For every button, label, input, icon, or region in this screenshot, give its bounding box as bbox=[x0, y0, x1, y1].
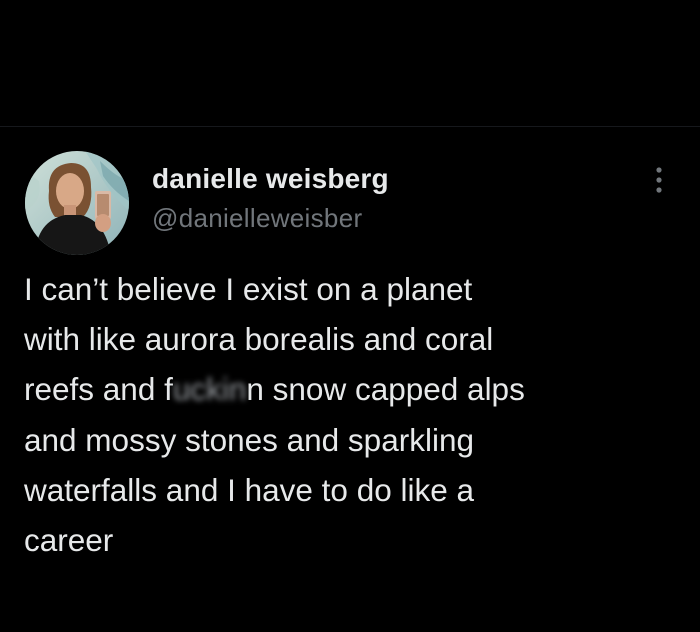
author-display-name[interactable]: danielle weisberg bbox=[152, 163, 389, 195]
tweet-text-fragment: reefs and f bbox=[24, 371, 173, 408]
tweet-text-line: with like aurora borealis and coral bbox=[24, 321, 494, 358]
tweet-text-line: I can’t believe I exist on a planet bbox=[24, 271, 473, 307]
tweet-text-line: reefs and fuckinn snow capped alps bbox=[24, 364, 684, 414]
tweet-text-line: career bbox=[24, 522, 114, 559]
header-divider bbox=[0, 126, 700, 127]
tweet-text: I can’t believe I exist on a planet with… bbox=[24, 264, 684, 565]
profile-photo-icon bbox=[25, 151, 129, 255]
avatar[interactable] bbox=[25, 151, 129, 255]
censored-word: uckin bbox=[172, 371, 247, 408]
tweet-text-line: waterfalls and I have to do like a bbox=[24, 471, 475, 508]
tweet-text-fragment: n snow capped alps bbox=[246, 371, 525, 408]
more-options-icon[interactable] bbox=[649, 165, 669, 195]
author-handle[interactable]: @danielleweisber bbox=[152, 203, 362, 234]
tweet-text-line: and mossy stones and sparkling bbox=[24, 421, 474, 458]
